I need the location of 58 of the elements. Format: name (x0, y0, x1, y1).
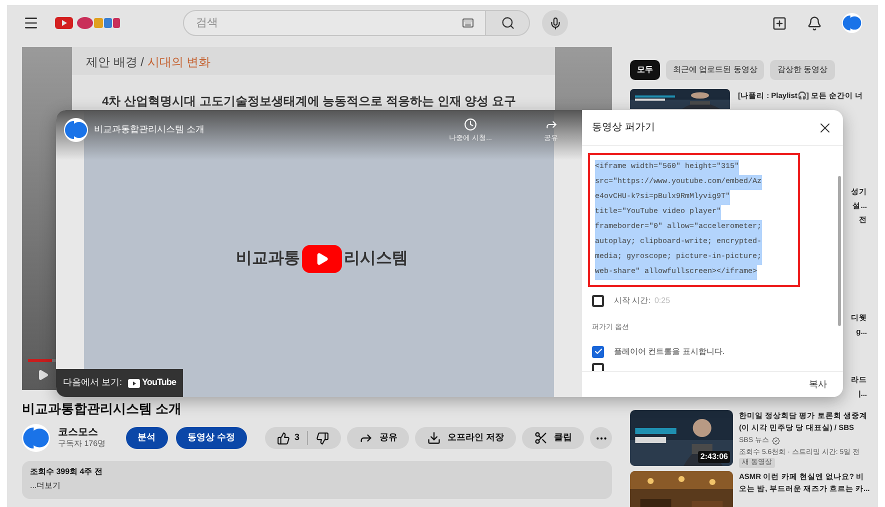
watch-on-label: 다음에서 보기: (63, 376, 122, 390)
edit-video-button[interactable]: 동영상 수정 (176, 427, 248, 449)
share-button[interactable]: 공유 (347, 427, 410, 449)
option-label: 플레이어 컨트롤을 표시합니다. (614, 346, 725, 358)
clock-icon[interactable] (464, 118, 478, 131)
show-more-link[interactable]: ...더보기 (30, 480, 604, 492)
player-channel-avatar (64, 118, 88, 142)
play-icon (315, 252, 329, 266)
search-icon (500, 16, 514, 30)
check-icon (594, 347, 602, 356)
mic-icon (548, 16, 562, 30)
copy-button[interactable]: 복사 (805, 378, 831, 392)
dislike-button[interactable] (316, 432, 330, 444)
start-time-value: 0:25 (654, 295, 670, 307)
scissors-icon (534, 431, 548, 445)
filter-chip[interactable]: 최근에 업로드된 동영상 (666, 60, 764, 80)
player-title[interactable]: 비교과통합관리시스템 소개 (94, 123, 205, 137)
video-title: 비교과통합관리시스템 소개 (22, 402, 182, 416)
download-button[interactable]: 오프라인 저장 (415, 427, 516, 449)
download-icon (427, 431, 442, 445)
filter-chip[interactable]: 모두 (630, 60, 660, 80)
analytics-button[interactable]: 분석 (126, 427, 168, 449)
clip-button[interactable]: 클립 (522, 427, 584, 449)
account-avatar (842, 13, 862, 33)
mic-button[interactable] (542, 10, 568, 36)
notifications-icon[interactable] (807, 16, 822, 30)
youtube-wordmark: YouTube (142, 376, 176, 390)
channel-name[interactable]: 코스모스 (58, 426, 106, 440)
search-button[interactable] (486, 10, 530, 36)
search-field[interactable]: 검색 (183, 10, 486, 36)
youtube-play-icon (128, 378, 140, 388)
subscriber-count: 구독자 176명 (58, 439, 106, 450)
logo-icon[interactable] (55, 16, 121, 30)
filter-chip[interactable]: 감상한 동영상 (770, 60, 835, 80)
duration-badge: 2:43:06 (698, 451, 730, 463)
menu-icon[interactable] (23, 15, 39, 31)
share-icon[interactable] (544, 118, 558, 131)
dialog-title: 동영상 퍼가기 (592, 121, 655, 135)
watch-on-youtube-bar[interactable]: 다음에서 보기: YouTube (56, 369, 184, 397)
like-button[interactable]: 3 (277, 431, 300, 445)
channel-avatar (22, 424, 50, 452)
thumbs-up-icon (277, 432, 290, 444)
view-stats: 조회수 399회 4주 전 (30, 466, 104, 478)
checkbox[interactable] (592, 295, 604, 307)
checkbox[interactable] (592, 346, 604, 358)
more-button[interactable] (590, 427, 612, 449)
description-box[interactable]: 조회수 399회 4주 전 ...더보기 (22, 461, 612, 499)
play-icon[interactable] (37, 369, 49, 381)
slide-heading: 제안 배경 / 시대의 변화 (85, 54, 212, 71)
start-time-label: 시작 시간: (614, 295, 650, 307)
slide-text: 4차 산업혁명시대 고도기술정보생태계에 능동적으로 적응하는 인재 양성 요구 (102, 94, 516, 108)
checkbox[interactable] (592, 362, 604, 371)
play-button[interactable] (302, 245, 342, 273)
create-icon[interactable] (772, 16, 787, 30)
slide-title-end: 리시스템 (344, 249, 408, 269)
keyboard-icon[interactable] (462, 17, 474, 29)
embed-code-box[interactable] (588, 153, 800, 287)
slide-title-start: 비교과통 (236, 249, 300, 269)
